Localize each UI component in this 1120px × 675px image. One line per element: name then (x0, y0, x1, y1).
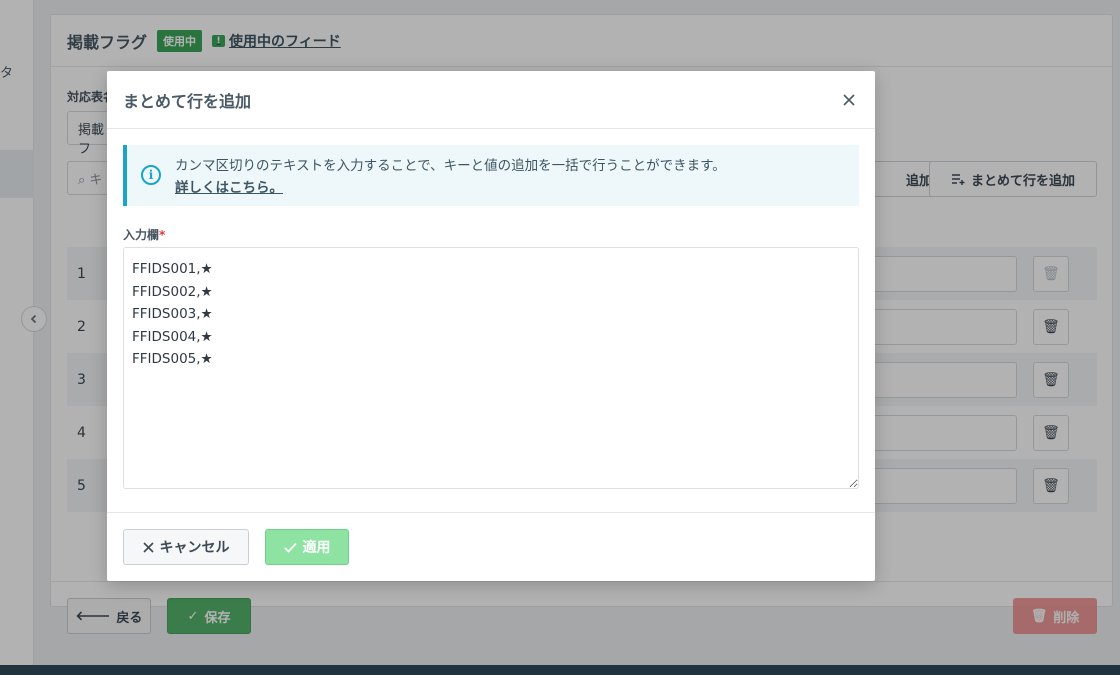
cancel-label: キャンセル (159, 540, 230, 556)
info-icon: i (141, 165, 161, 185)
close-button[interactable] (839, 90, 859, 110)
close-icon (142, 541, 154, 553)
cancel-button[interactable]: キャンセル (123, 529, 249, 565)
required-mark: * (159, 228, 166, 242)
bulk-add-modal: まとめて行を追加 i カンマ区切りのテキストを入力することで、キーと値の追加を一… (107, 71, 875, 581)
modal-header: まとめて行を追加 (107, 71, 875, 129)
apply-button[interactable]: 適用 (265, 529, 349, 565)
modal-footer-divider (107, 512, 875, 513)
apply-label: 適用 (302, 540, 331, 556)
input-label-text: 入力欄 (123, 228, 160, 242)
info-alert: i カンマ区切りのテキストを入力することで、キーと値の追加を一括で行うことができ… (123, 145, 859, 206)
bulk-input-textarea[interactable] (123, 247, 859, 489)
check-icon (283, 542, 297, 553)
modal-title: まとめて行を追加 (123, 91, 252, 111)
close-icon (843, 93, 855, 106)
help-link[interactable]: 詳しくはこちら。 (175, 177, 283, 199)
info-text: カンマ区切りのテキストを入力することで、キーと値の追加を一括で行うことができます… (175, 158, 726, 174)
input-label: 入力欄* (123, 226, 165, 243)
